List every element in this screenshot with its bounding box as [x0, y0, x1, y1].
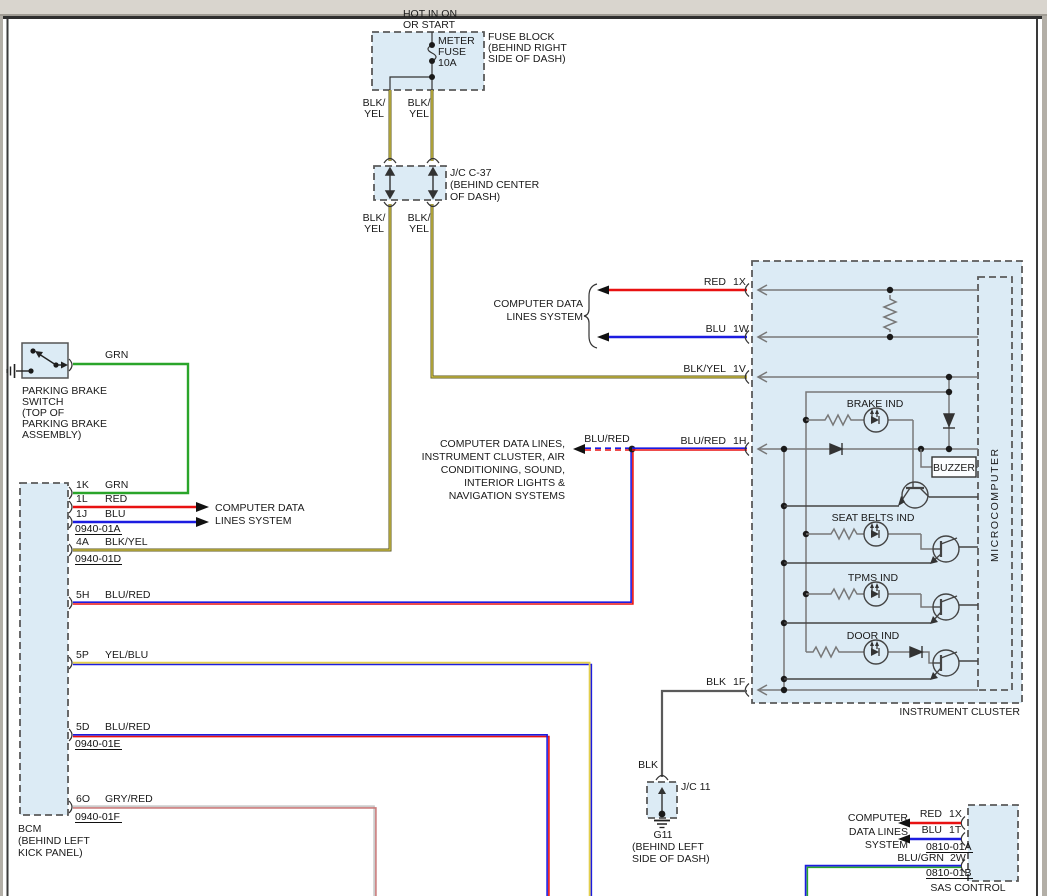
bcm-location2: KICK PANEL) — [18, 847, 83, 859]
instrument-cluster-label: INSTRUMENT CLUSTER — [899, 706, 1020, 718]
fuse-rating-label: 10A — [438, 57, 457, 69]
bcm-pin-wire: BLU/RED — [105, 721, 151, 733]
microcomputer-label: MICROCOMPUTER — [989, 447, 1001, 562]
sas-cds-label: COMPUTER — [848, 812, 909, 824]
hot-feed-label2: OR START — [403, 19, 456, 31]
svg-text:NAVIGATION SYSTEMS: NAVIGATION SYSTEMS — [449, 490, 565, 502]
pin-wire-label: BLU/RED — [680, 435, 726, 447]
svg-text:YEL: YEL — [409, 108, 429, 120]
sas-control-label: SAS CONTROL — [930, 882, 1005, 894]
jc-c37-name: J/C C-37 — [450, 167, 492, 179]
pin-wire-label: BLU — [706, 323, 726, 335]
g11-location2: SIDE OF DASH) — [632, 853, 710, 865]
sas-pin-code: 2W — [950, 852, 966, 864]
sas-pin-wire: BLU — [922, 824, 942, 836]
bcm-pin-code: 5P — [76, 649, 89, 661]
sas-pin-code: 1X — [949, 808, 962, 820]
pin-code-label: 1V — [733, 363, 746, 375]
bcm-pin-code: 6O — [76, 793, 90, 805]
bcm-pin-wire: BLK/YEL — [105, 536, 148, 548]
pin-code-label: 1X — [733, 276, 746, 288]
fuse-block-location2: SIDE OF DASH) — [488, 53, 566, 65]
sas-control-box — [968, 805, 1018, 881]
jc-c37-location2: OF DASH) — [450, 191, 500, 203]
svg-text:ASSEMBLY): ASSEMBLY) — [22, 429, 81, 441]
wiring-diagram: HOT IN ON OR START METER FUSE 10A FUSE B… — [0, 0, 1047, 896]
svg-text:INSTRUMENT CLUSTER, AIR: INSTRUMENT CLUSTER, AIR — [422, 451, 566, 463]
blk-wire-label: BLK — [638, 759, 658, 771]
bcm-name: BCM — [18, 823, 41, 835]
svg-text:DATA LINES: DATA LINES — [849, 826, 908, 838]
pin-wire-label: RED — [704, 276, 727, 288]
link-0940-01A[interactable]: 0940-01A — [75, 523, 121, 535]
link-0810-01B[interactable]: 0810-01B — [926, 867, 972, 879]
link-0940-01E[interactable]: 0940-01E — [75, 738, 121, 750]
svg-text:CONDITIONING, SOUND,: CONDITIONING, SOUND, — [441, 464, 565, 476]
cds-mid-label2: LINES SYSTEM — [215, 515, 291, 527]
parking-brake-switch-box — [22, 343, 68, 378]
pin-wire-label: BLK — [706, 676, 726, 688]
bcm-pin-code: 5H — [76, 589, 89, 601]
bcm-pin-code: 1L — [76, 493, 88, 505]
g11-label: G11 — [653, 829, 672, 841]
sas-pin-code: 1T — [949, 824, 962, 836]
cds-mid-label: COMPUTER DATA — [215, 502, 304, 514]
link-0940-01D[interactable]: 0940-01D — [75, 553, 122, 565]
bcm-pin-wire: YEL/BLU — [105, 649, 148, 661]
jc-c37-location: (BEHIND CENTER — [450, 179, 540, 191]
blured-dashed-label: BLU/RED — [584, 433, 630, 445]
sas-pin-wire: RED — [920, 808, 943, 820]
sas-pin-wire: BLU/GRN — [897, 852, 944, 864]
jc11-label: J/C 11 — [681, 781, 711, 793]
bcm-pin-code: 1K — [76, 479, 89, 491]
bcm-box — [20, 483, 68, 815]
svg-text:YEL: YEL — [364, 108, 384, 120]
grn-wire-label: GRN — [105, 349, 128, 361]
link-0940-01F[interactable]: 0940-01F — [75, 811, 120, 823]
cds-top-label: COMPUTER DATA — [494, 298, 583, 310]
bcm-pin-wire: GRN — [105, 479, 128, 491]
bcm-pin-wire: GRY/RED — [105, 793, 153, 805]
pin-code-label: 1H — [733, 435, 746, 447]
svg-text:INTERIOR LIGHTS &: INTERIOR LIGHTS & — [464, 477, 565, 489]
bcm-pin-wire: BLU/RED — [105, 589, 151, 601]
systems-note: COMPUTER DATA LINES, — [440, 438, 565, 450]
frame-top-bar — [0, 0, 1047, 14]
svg-text:YEL: YEL — [409, 223, 429, 235]
bcm-pin-code: 1J — [76, 508, 87, 520]
buzzer-label: BUZZER — [933, 462, 975, 474]
g11-location: (BEHIND LEFT — [632, 841, 704, 853]
pin-wire-label: BLK/YEL — [683, 363, 726, 375]
svg-text:SYSTEM: SYSTEM — [865, 839, 908, 851]
bcm-pin-wire: BLU — [105, 508, 125, 520]
bcm-pin-code: 5D — [76, 721, 90, 733]
bcm-pin-code: 4A — [76, 536, 89, 548]
frame-left-border — [0, 16, 3, 896]
svg-text:YEL: YEL — [364, 223, 384, 235]
cds-top-label2: LINES SYSTEM — [507, 311, 583, 323]
bcm-pin-wire: RED — [105, 493, 128, 505]
bcm-location: (BEHIND LEFT — [18, 835, 90, 847]
pin-code-label: 1F — [733, 676, 745, 688]
